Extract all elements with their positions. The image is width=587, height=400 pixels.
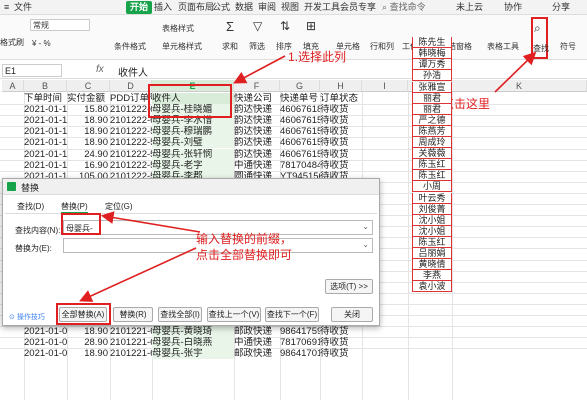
step3-arrow-to-input [100,211,201,233]
name-list-item[interactable]: 陈先生 [412,37,452,49]
name-list-item[interactable]: 关薇薇 [412,148,452,160]
name-list-item[interactable]: 陈燕芳 [412,125,452,137]
step3-arrow-to-button [79,247,197,302]
name-list-item[interactable]: 陈玉红 [412,236,452,248]
name-list-item[interactable]: 小周 [412,181,452,193]
annotation-arrows [79,51,537,302]
name-list-item[interactable]: 黄晓倩 [412,259,452,271]
step2-arrow [494,51,537,93]
name-list-item[interactable]: 周成玲 [412,137,452,149]
name-list-item[interactable]: 丽君 [412,103,452,115]
name-list-item[interactable]: 沈小姐 [412,214,452,226]
name-list-item[interactable]: 陈玉红 [412,159,452,171]
step1-arrow [233,55,286,84]
name-list-item[interactable]: 李燕 [412,270,452,282]
name-list-item[interactable]: 丽君 [412,92,452,104]
name-list-item[interactable]: 刘俊菁 [412,203,452,215]
name-list-item[interactable]: 张雅宣 [412,81,452,93]
name-list-item[interactable]: 叶云秀 [412,192,452,204]
name-list-item[interactable]: 严之德 [412,114,452,126]
name-list-item[interactable]: 袁小波 [412,281,452,293]
name-list-item[interactable]: 韩晓梅 [412,48,452,60]
name-list-item[interactable]: 孙浩 [412,70,452,82]
name-list-item[interactable]: 吕丽娟 [412,248,452,260]
name-list-item[interactable]: 谭万秀679 [412,59,452,80]
name-list-item[interactable]: 陈玉红 [412,170,452,182]
name-list-item[interactable]: 沈小姐 [412,225,452,237]
